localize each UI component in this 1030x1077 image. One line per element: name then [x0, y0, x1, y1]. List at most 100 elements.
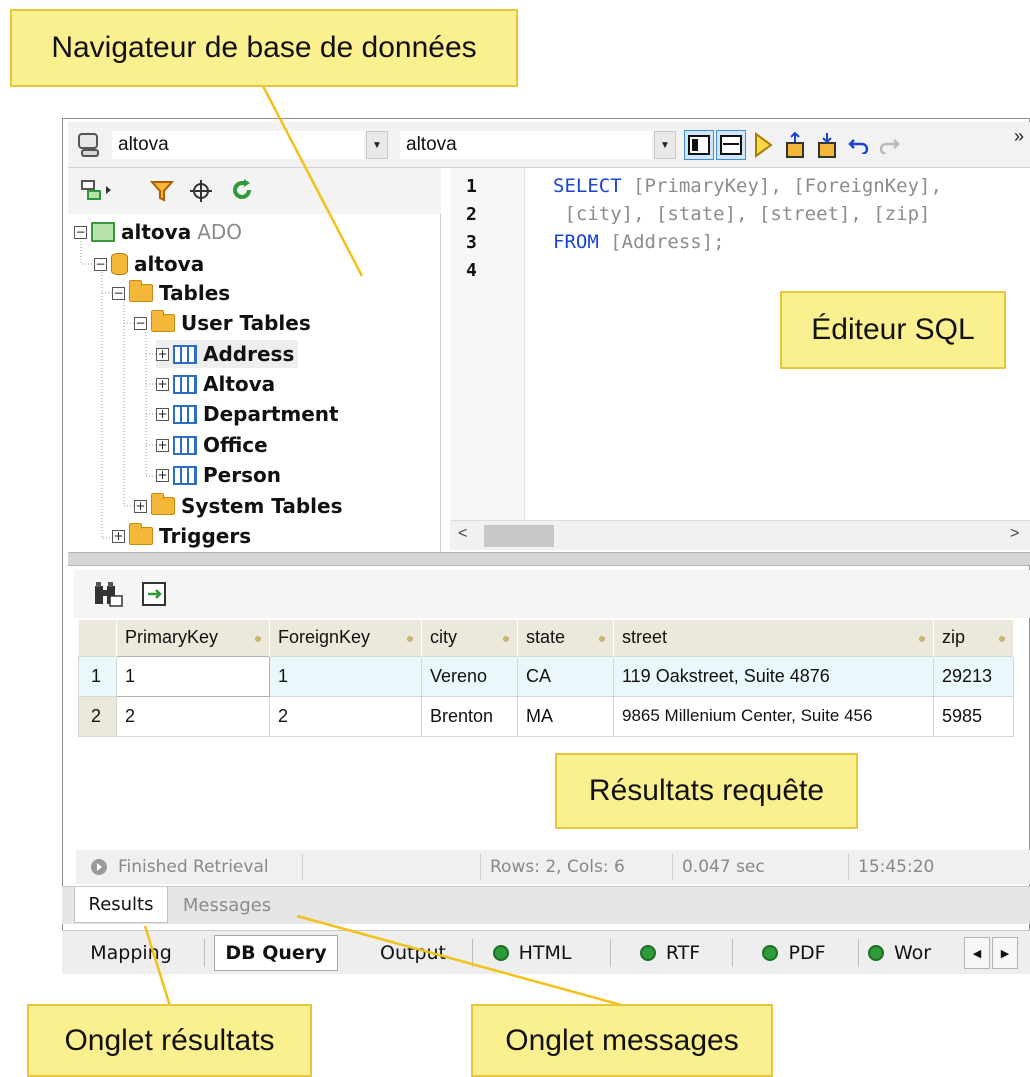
grid-cell[interactable]: 2 [269, 695, 422, 737]
grid-cell[interactable]: 9865 Millenium Center, Suite 456 [613, 695, 934, 737]
results-status-bar: Finished Retrieval Rows: 2, Cols: 6 0.04… [76, 850, 1030, 884]
view-tab-bar: Mapping DB Query Output HTML RTF PDF Wor… [62, 930, 1030, 974]
tree-user-tables-folder[interactable]: − User Tables [134, 309, 311, 337]
datasource-select[interactable]: altova [112, 131, 364, 159]
layout-single-icon[interactable] [684, 130, 714, 160]
tree-table-department[interactable]: + Department [156, 400, 339, 428]
undo-icon[interactable] [844, 130, 874, 160]
status-divider [480, 854, 481, 880]
editor-horizontal-scrollbar[interactable]: < > [450, 520, 1030, 550]
tree-table-address[interactable]: + Address [156, 340, 299, 368]
root-object-select[interactable]: altova [400, 131, 652, 159]
grid-cell[interactable]: Vereno [421, 655, 518, 697]
tab-html[interactable]: HTML [480, 935, 584, 971]
root-object-dropdown-icon[interactable]: ▼ [654, 131, 676, 159]
panel-splitter[interactable] [68, 552, 1030, 566]
row-number-header [78, 620, 117, 656]
tab-divider [858, 939, 859, 967]
table-row[interactable]: 2 2 2 Brenton MA 9865 Millenium Center, … [78, 695, 1014, 737]
tree-tables-folder[interactable]: − Tables [112, 279, 230, 307]
tab-scroll-right-icon[interactable]: ▶ [992, 937, 1018, 969]
tree-triggers-folder[interactable]: + Triggers [112, 522, 251, 550]
table-row[interactable]: 1 1 1 Vereno CA 119 Oakstreet, Suite 487… [78, 655, 1014, 697]
results-grid[interactable]: PrimaryKey ForeignKey city state street … [78, 620, 1014, 737]
layout-split-icon[interactable] [716, 130, 746, 160]
connection-icon [91, 222, 115, 242]
tab-db-query[interactable]: DB Query [214, 935, 338, 971]
expand-icon[interactable]: + [156, 407, 169, 421]
table-icon [173, 374, 197, 394]
tree-database[interactable]: − altova [94, 250, 204, 278]
row-number: 1 [78, 655, 117, 697]
folder-icon [129, 523, 153, 545]
tree-table-office[interactable]: + Office [156, 431, 268, 459]
status-divider [302, 854, 303, 880]
column-header[interactable]: street [613, 620, 934, 656]
grid-cell[interactable]: 5985 [933, 695, 1014, 737]
grid-cell[interactable]: 1 [116, 655, 270, 697]
scroll-left-icon[interactable]: < [458, 525, 467, 543]
find-icon[interactable] [92, 580, 124, 613]
grid-cell[interactable]: MA [517, 695, 614, 737]
code-line-2[interactable]: [city], [state], [street], [zip] [553, 203, 930, 225]
expand-icon[interactable]: + [134, 499, 147, 513]
export-icon[interactable] [780, 130, 810, 160]
column-header[interactable]: PrimaryKey [116, 620, 270, 656]
datasource-icon[interactable] [74, 130, 104, 160]
tab-mapping[interactable]: Mapping [76, 935, 186, 971]
code-line-1[interactable]: SELECT [PrimaryKey], [ForeignKey], [553, 175, 942, 197]
column-header[interactable]: ForeignKey [269, 620, 422, 656]
tab-messages[interactable]: Messages [172, 887, 282, 923]
tab-pdf[interactable]: PDF [744, 935, 844, 971]
tab-divider [610, 939, 611, 967]
grid-cell[interactable]: 1 [269, 655, 422, 697]
tab-output[interactable]: Output [358, 935, 468, 971]
execute-icon[interactable] [748, 130, 778, 160]
tab-divider [204, 939, 205, 967]
expand-icon[interactable]: + [156, 468, 169, 482]
grid-cell[interactable]: 2 [116, 695, 270, 737]
grid-cell[interactable]: Brenton [421, 695, 518, 737]
scrollbar-thumb[interactable] [484, 525, 554, 547]
tab-scroll-left-icon[interactable]: ◀ [964, 937, 990, 969]
column-header[interactable]: city [421, 620, 518, 656]
expand-icon[interactable]: + [156, 377, 169, 391]
sort-indicator-icon[interactable] [999, 636, 1005, 642]
code-line-3[interactable]: FROM [Address]; [553, 231, 725, 253]
sort-indicator-icon[interactable] [919, 636, 925, 642]
scroll-right-icon[interactable]: > [1010, 525, 1019, 543]
callout-query-results: Résultats requête [555, 753, 858, 829]
tab-word[interactable]: Wor [868, 935, 960, 971]
grid-cell[interactable]: 29213 [933, 655, 1014, 697]
sort-indicator-icon[interactable] [599, 636, 605, 642]
sort-indicator-icon[interactable] [255, 636, 261, 642]
expand-icon[interactable]: + [156, 438, 169, 452]
sort-indicator-icon[interactable] [503, 636, 509, 642]
column-header[interactable]: state [517, 620, 614, 656]
collapse-icon[interactable]: − [112, 286, 125, 300]
tab-rtf[interactable]: RTF [622, 935, 718, 971]
line-number-gutter: 1 2 3 4 [450, 168, 525, 520]
tab-results[interactable]: Results [74, 887, 168, 923]
toolbar-overflow-icon[interactable]: » [1014, 126, 1024, 147]
database-icon [111, 253, 128, 275]
tree-connection[interactable]: − altova ADO [74, 218, 242, 246]
grid-cell[interactable]: 119 Oakstreet, Suite 4876 [613, 655, 934, 697]
grid-cell[interactable]: CA [517, 655, 614, 697]
tree-table-altova[interactable]: + Altova [156, 370, 275, 398]
tree-table-person[interactable]: + Person [156, 461, 281, 489]
collapse-icon[interactable]: − [134, 316, 147, 330]
callout-navigator: Navigateur de base de données [10, 9, 518, 87]
sort-indicator-icon[interactable] [407, 636, 413, 642]
datasource-dropdown-icon[interactable]: ▼ [366, 131, 388, 159]
expand-icon[interactable]: + [156, 347, 169, 361]
tree-system-tables-folder[interactable]: + System Tables [134, 492, 342, 520]
redo-icon[interactable] [874, 130, 904, 160]
collapse-icon[interactable]: − [74, 225, 87, 239]
collapse-icon[interactable]: − [94, 257, 107, 271]
expand-icon[interactable]: + [112, 529, 125, 543]
import-icon[interactable] [812, 130, 842, 160]
callout-messages-tab: Onglet messages [471, 1004, 773, 1077]
column-header[interactable]: zip [933, 620, 1014, 656]
goto-icon[interactable] [140, 580, 168, 613]
